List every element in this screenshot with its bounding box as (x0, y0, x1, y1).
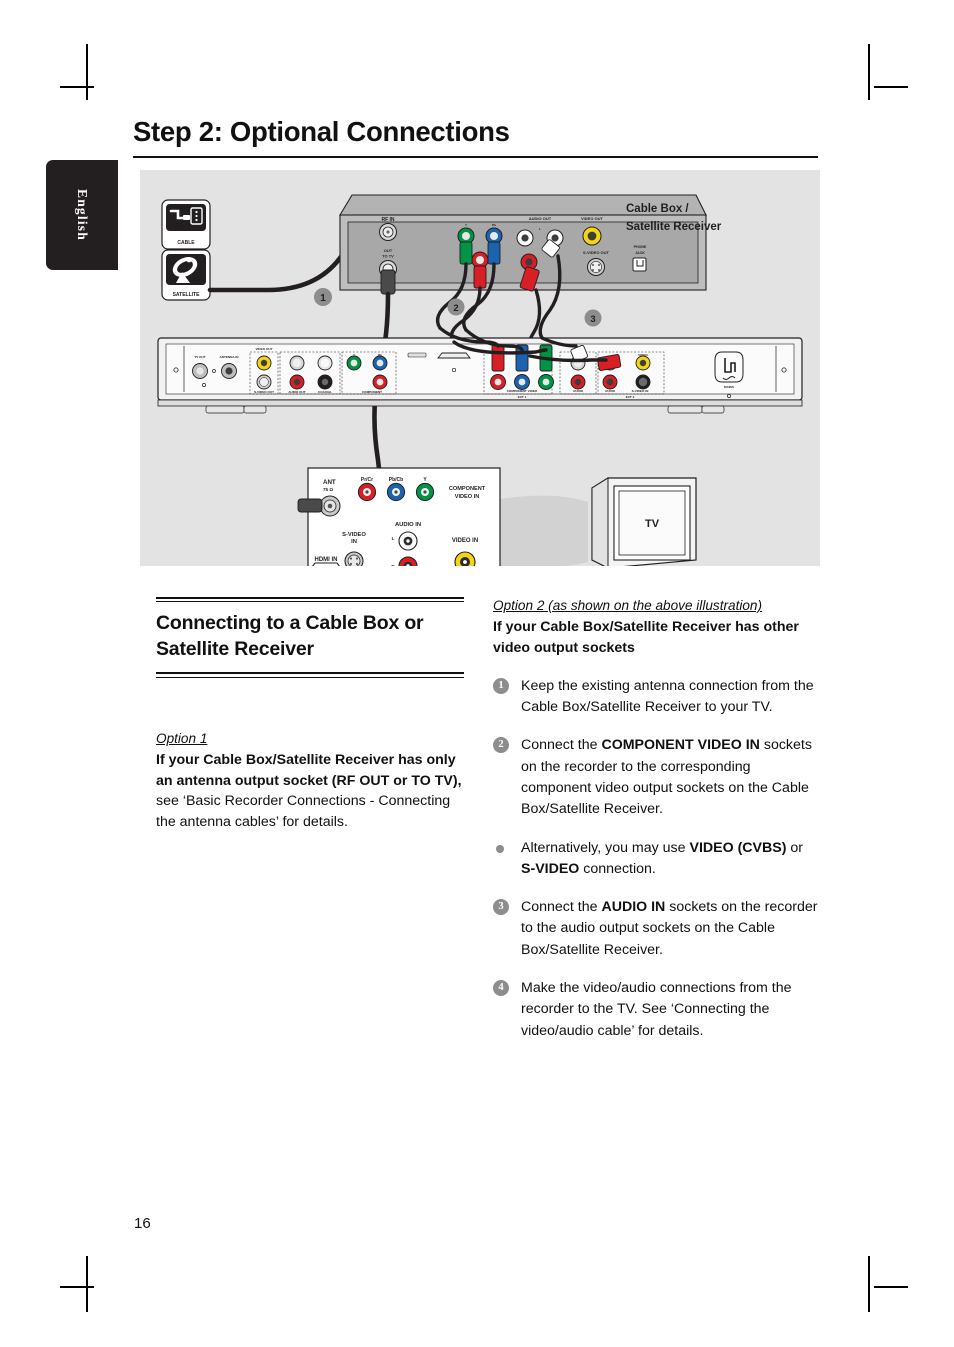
svg-text:Pb/Cb: Pb/Cb (389, 477, 403, 483)
left-column: Connecting to a Cable Box or Satellite R… (156, 597, 464, 833)
svg-text:75 Ω: 75 Ω (323, 487, 333, 492)
page-number: 16 (134, 1215, 151, 1232)
svg-text:AUDIO IN: AUDIO IN (395, 522, 421, 528)
recorder-rear-panel: TV OUT ANTENNA IN VIDEO OUT S-VIDEO OUT … (157, 337, 803, 414)
label-audio-out: AUDIO OUT (529, 216, 552, 221)
section-heading: Connecting to a Cable Box or Satellite R… (156, 612, 424, 661)
crop-mark-bottom-left-horizontal (60, 1286, 94, 1288)
svg-text:CABLE: CABLE (177, 240, 195, 246)
svg-text:AUDIO OUT: AUDIO OUT (288, 390, 305, 394)
callout-3: 3 (584, 309, 602, 327)
step-badge: 2 (493, 737, 509, 754)
option-1-block: Option 1 If your Cable Box/Satellite Rec… (156, 730, 464, 834)
svg-text:VIDEO IN: VIDEO IN (455, 494, 480, 500)
cable-box-caption-line2: Satellite Receiver (626, 221, 722, 233)
svg-text:SATELLITE: SATELLITE (173, 292, 201, 298)
svg-text:VIDEO IN: VIDEO IN (452, 538, 478, 544)
svg-text:S-VIDEO: S-VIDEO (342, 532, 366, 538)
step-text: Connect the COMPONENT VIDEO IN sockets o… (521, 737, 812, 818)
crop-mark-top-right-horizontal (874, 86, 908, 88)
svg-text:L: L (539, 227, 541, 231)
svg-text:1: 1 (320, 293, 326, 304)
label-rf-in: RF IN (381, 217, 394, 223)
svg-text:HDMI IN: HDMI IN (315, 557, 338, 563)
svg-text:JACK: JACK (635, 251, 645, 255)
step-text: Keep the existing antenna connection fro… (521, 677, 814, 716)
cable-box-caption-line1: Cable Box / (626, 203, 689, 215)
callout-2: 2 (447, 298, 465, 316)
option-2-lead: If your Cable Box/Satellite Receiver has… (493, 619, 799, 656)
svg-text:ANT: ANT (323, 479, 336, 486)
svg-text:IN: IN (351, 539, 357, 545)
step-badge: 1 (493, 677, 509, 694)
svg-text:PHONE: PHONE (634, 245, 647, 249)
crop-mark-bottom-right-horizontal (874, 1286, 908, 1288)
svg-text:AUDIO: AUDIO (605, 389, 616, 393)
svg-text:L: L (392, 536, 395, 541)
step-item: 4 Make the video/audio connections from t… (493, 978, 820, 1042)
label-s-video-out: S-VIDEO OUT (583, 250, 610, 255)
language-tab: English (46, 160, 118, 270)
svg-text:COMPONENT VIDEO: COMPONENT VIDEO (507, 389, 538, 393)
tv-set: TV (591, 477, 697, 566)
callout-1: 1 (314, 288, 332, 306)
crop-mark-bottom-right-vertical (868, 1256, 870, 1312)
step-badge: 3 (493, 899, 509, 916)
step-badge: 4 (493, 980, 509, 997)
step-text: Alternatively, you may use VIDEO (CVBS) … (521, 839, 804, 877)
svg-text:TO TV: TO TV (382, 254, 394, 259)
source-icon-group: CABLE (161, 199, 211, 250)
section-rule-top (156, 597, 464, 603)
svg-text:S-VIDEO IN: S-VIDEO IN (632, 389, 649, 393)
step-item: 3 Connect the AUDIO IN sockets on the rec… (493, 897, 820, 961)
bullet-marker (496, 844, 504, 853)
svg-text:COAXIAL: COAXIAL (318, 390, 332, 394)
svg-text:Pr/Cr: Pr/Cr (361, 477, 373, 483)
svg-text:Pb: Pb (492, 223, 496, 227)
title-divider (133, 156, 818, 159)
svg-text:OUT: OUT (384, 248, 393, 253)
page-title: Step 2: Optional Connections (133, 116, 510, 147)
tv-screen-label: TV (645, 518, 660, 530)
svg-text:VIDEO OUT: VIDEO OUT (255, 347, 272, 351)
step-text: Make the video/audio connections from th… (521, 980, 792, 1039)
step-item: 1 Keep the existing antenna connection fr… (493, 676, 820, 719)
svg-text:3: 3 (590, 314, 595, 325)
section-rule-bottom (156, 672, 464, 678)
satellite-icon-group: SATELLITE (161, 249, 211, 301)
tv-input-panel: ANT 75 Ω Pr/Cr Pb/Cb Y COMPONENT VIDEO I… (297, 467, 588, 566)
step-bullet: Alternatively, you may use VIDEO (CVBS) … (493, 838, 820, 881)
svg-text:COMPONENT: COMPONENT (362, 390, 382, 394)
option-1-lead: If your Cable Box/Satellite Receiver has… (156, 751, 462, 789)
step-text: Connect the AUDIO IN sockets on the reco… (521, 899, 818, 958)
option-2-block: Option 2 (as shown on the above illustra… (493, 597, 820, 659)
step-item: 2 Connect the COMPONENT VIDEO IN sockets … (493, 735, 820, 820)
right-column: Option 2 (as shown on the above illustra… (493, 597, 820, 1042)
svg-text:ANTENNA IN: ANTENNA IN (220, 355, 240, 359)
language-tab-label: English (75, 189, 90, 241)
crop-mark-bottom-left-vertical (86, 1256, 88, 1312)
svg-text:S-VIDEO OUT: S-VIDEO OUT (254, 390, 274, 394)
label-video-out: VIDEO OUT (581, 216, 604, 221)
option-1-body: see ‘Basic Recorder Connections - Connec… (156, 793, 451, 831)
crop-mark-top-right-vertical (868, 44, 870, 100)
option-2-label: Option 2 (as shown on the above illustra… (493, 598, 763, 613)
connection-diagram: .ln{fill:none;stroke:#231f20;stroke-widt… (140, 170, 820, 566)
svg-text:EXT 2: EXT 2 (626, 395, 635, 399)
svg-text:EXT 1: EXT 1 (518, 395, 527, 399)
svg-text:MAINS: MAINS (724, 385, 734, 389)
svg-text:TV OUT: TV OUT (194, 355, 205, 359)
crop-mark-top-left-vertical (86, 44, 88, 100)
svg-text:AUDIO: AUDIO (573, 389, 584, 393)
svg-text:COMPONENT: COMPONENT (449, 486, 486, 492)
steps-list: 1 Keep the existing antenna connection fr… (493, 676, 820, 1042)
option-1-label: Option 1 (156, 730, 208, 746)
svg-text:2: 2 (453, 303, 458, 314)
crop-mark-top-left-horizontal (60, 86, 94, 88)
